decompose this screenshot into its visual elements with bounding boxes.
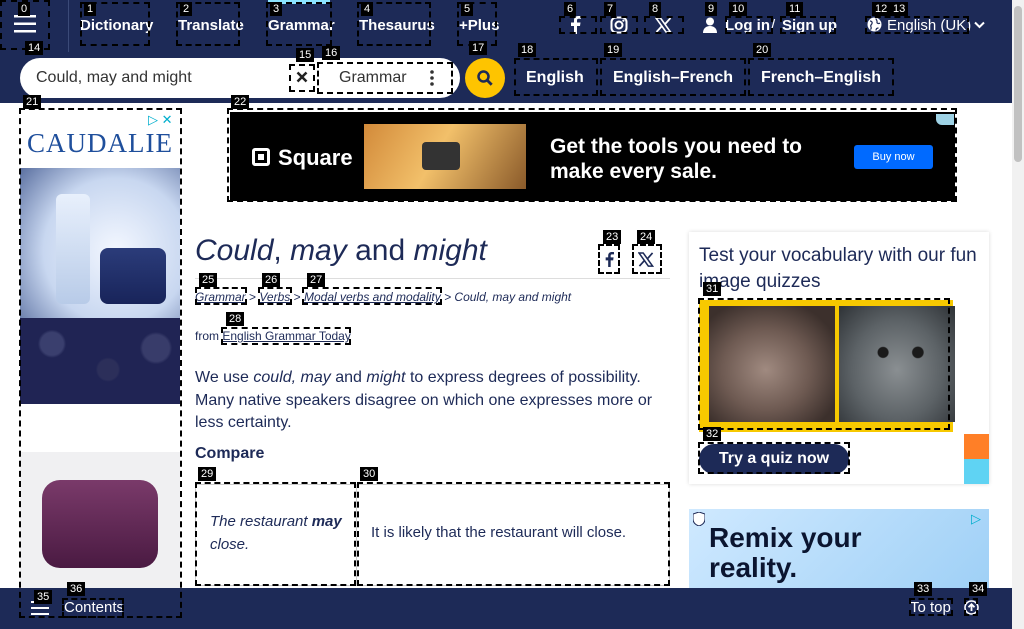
annotation-tag: 17 [469, 41, 488, 55]
annotation-tag: 6 [564, 2, 577, 16]
feedback-tab-orange[interactable] [964, 434, 989, 459]
annotation-box [302, 287, 442, 305]
annotation-box [62, 598, 124, 618]
annotation-box [559, 16, 597, 34]
annotation-box [748, 58, 894, 96]
annotation-box [600, 16, 638, 34]
annotation-tag: 35 [34, 590, 53, 604]
annotation-tag: 22 [231, 95, 250, 109]
annotation-tag: 12 [872, 2, 891, 16]
annotation-box [221, 327, 351, 345]
annotation-tag: 23 [603, 230, 622, 244]
ad-shield-icon [693, 512, 705, 526]
annotation-tag: 33 [914, 582, 933, 596]
annotation-box [964, 598, 978, 616]
compare-heading: Compare [195, 445, 265, 462]
annotation-tag: 13 [890, 2, 909, 16]
breadcrumb-sep: > [293, 290, 301, 304]
chevron-down-icon[interactable] [974, 21, 985, 29]
title-might: might [413, 234, 487, 267]
right-advertisement[interactable]: ▷ Remix your reality. [689, 509, 989, 588]
annotation-box [780, 16, 836, 34]
intro-em: could, may [253, 369, 331, 386]
annotation-tag: 4 [361, 2, 374, 16]
annotation-tag: 0 [18, 2, 31, 16]
right-ad-text: Remix your reality. [709, 522, 862, 583]
annotation-tag: 16 [322, 46, 341, 60]
annotation-box [598, 244, 620, 274]
annotation-box [258, 287, 292, 305]
annotation-box [195, 482, 356, 586]
top-nav-bar: Dictionary Translate Grammar Thesaurus +… [0, 0, 1012, 52]
title-could: Could [195, 234, 274, 267]
annotation-box [698, 298, 950, 430]
title-may: may [290, 234, 347, 267]
annotation-tag: 27 [307, 273, 326, 287]
intro-text: We use [195, 369, 254, 386]
user-icon [703, 17, 717, 33]
from-label: from [195, 329, 219, 343]
annotation-tag: 1 [84, 2, 97, 16]
annotation-tag: 30 [360, 467, 379, 481]
intro-paragraph: We use could, may and might to express d… [195, 367, 665, 435]
annotation-tag: 8 [649, 2, 662, 16]
annotation-box [19, 108, 182, 618]
annotation-tag: 28 [226, 312, 245, 326]
annotation-box [317, 62, 453, 94]
annotation-box [909, 598, 953, 616]
quiz-title: Test your vocabulary with our fun image … [699, 245, 977, 292]
annotation-tag: 15 [296, 48, 315, 62]
search-input[interactable] [36, 66, 286, 90]
annotation-tag: 10 [729, 2, 748, 16]
intro-text: and [330, 369, 367, 386]
annotation-tag: 21 [23, 95, 42, 109]
annotation-box [644, 16, 684, 34]
annotation-tag: 9 [705, 2, 718, 16]
annotation-tag: 3 [270, 2, 283, 16]
scrollbar-thumb[interactable] [1014, 6, 1022, 162]
article-title: Could, may and might [195, 234, 487, 268]
annotation-tag: 11 [786, 2, 804, 16]
title-sep: , [273, 234, 291, 267]
annotation-box [632, 244, 662, 274]
intro-em: might [366, 369, 406, 386]
annotation-box [865, 16, 969, 34]
annotation-tag: 34 [969, 582, 988, 596]
annotation-box [227, 108, 957, 202]
title-and: and [346, 234, 414, 267]
annotation-box [725, 16, 773, 34]
annotation-box [357, 482, 670, 586]
annotation-box [600, 58, 746, 96]
annotation-tag: 19 [604, 43, 623, 57]
annotation-tag: 24 [637, 230, 656, 244]
annotation-tag: 7 [604, 2, 617, 16]
breadcrumb-current: > Could, may and might [444, 290, 572, 304]
breadcrumb-sep: > [249, 290, 257, 304]
search-icon [477, 70, 493, 86]
annotation-tag: 26 [262, 273, 281, 287]
annotation-tag: 2 [180, 2, 193, 16]
ad-choices-icon[interactable]: ▷ [971, 511, 981, 527]
feedback-tab-blue[interactable] [964, 459, 989, 484]
annotation-tag: 5 [461, 2, 474, 16]
annotation-tag: 18 [518, 43, 537, 57]
annotation-box [195, 287, 247, 305]
annotation-tag: 25 [199, 273, 218, 287]
annotation-box [698, 442, 850, 474]
annotation-tag: 32 [703, 427, 722, 441]
annotation-tag: 31 [703, 282, 722, 296]
annotation-tag: 36 [67, 582, 86, 596]
annotation-box [514, 58, 598, 96]
annotation-tag: 20 [753, 43, 772, 57]
annotation-tag: 29 [198, 467, 217, 481]
annotation-box [289, 64, 315, 92]
search-button[interactable] [465, 58, 505, 98]
annotation-tag: 14 [25, 41, 44, 55]
